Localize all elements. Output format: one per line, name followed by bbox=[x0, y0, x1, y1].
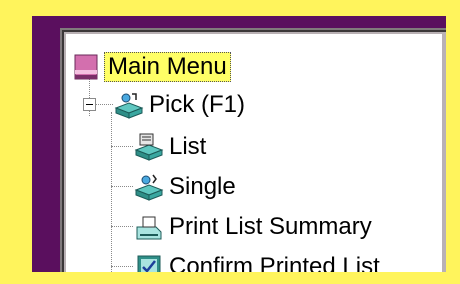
tree-item-single[interactable]: Single bbox=[134, 170, 239, 204]
tree-item-label: Main Menu bbox=[104, 52, 231, 82]
tree-connector bbox=[111, 226, 133, 227]
tree-connector bbox=[111, 112, 112, 272]
tree-item-confirm-printed-list[interactable]: Confirm Printed List bbox=[134, 250, 383, 272]
yellow-frame-bottom bbox=[0, 272, 460, 284]
tree-item-main-menu[interactable]: Main Menu bbox=[72, 50, 231, 84]
print-icon bbox=[134, 212, 164, 242]
tree-connector bbox=[95, 104, 113, 105]
tree-item-pick[interactable]: Pick (F1) bbox=[114, 88, 248, 122]
list-icon bbox=[134, 132, 164, 162]
collapse-toggle[interactable] bbox=[83, 98, 96, 111]
tree-item-label: Pick (F1) bbox=[149, 91, 245, 118]
window-left-border bbox=[32, 16, 60, 272]
tree-connector bbox=[111, 266, 133, 267]
tree-item-label: Confirm Printed List bbox=[169, 253, 380, 272]
tree-item-label: List bbox=[169, 133, 207, 160]
tree-item-label: Single bbox=[169, 173, 236, 200]
tree-connector bbox=[111, 186, 133, 187]
tree-connector bbox=[111, 146, 133, 147]
tree-item-list[interactable]: List bbox=[134, 130, 209, 164]
confirm-icon bbox=[134, 252, 164, 272]
single-icon bbox=[134, 172, 164, 202]
menu-tree[interactable]: Main Menu Pick (F1) List Single Print Li… bbox=[66, 34, 442, 272]
window-title-bar bbox=[32, 16, 446, 28]
book-icon bbox=[72, 52, 102, 82]
tree-item-print-list-summary[interactable]: Print List Summary bbox=[134, 210, 375, 244]
pick-icon bbox=[114, 90, 144, 120]
tree-item-label: Print List Summary bbox=[169, 213, 372, 240]
